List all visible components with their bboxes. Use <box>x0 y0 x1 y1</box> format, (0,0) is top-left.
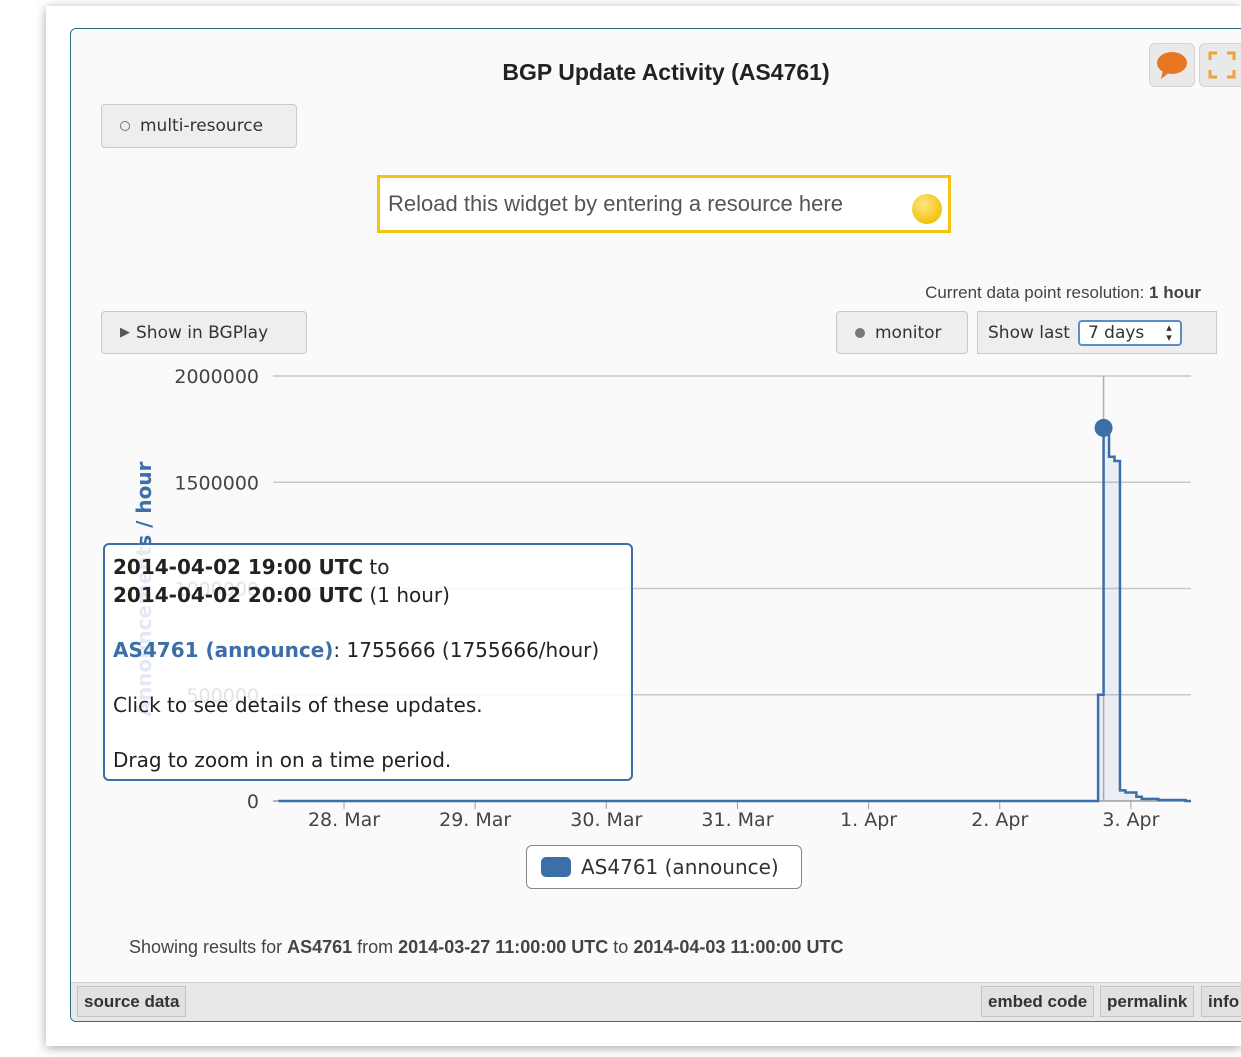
source-data-button[interactable]: source data <box>77 986 187 1017</box>
circle-dot-icon <box>855 327 865 338</box>
play-triangle-icon: ▶ <box>120 325 130 340</box>
circle-dot-icon <box>120 121 130 131</box>
x-tick-label: 28. Mar <box>308 809 380 831</box>
show-in-bgplay-button[interactable]: ▶ Show in BGPlay <box>101 311 307 354</box>
monitor-button[interactable]: monitor <box>836 311 968 354</box>
resolution-text: Current data point resolution: 1 hour <box>925 283 1201 302</box>
speech-bubble-icon <box>1157 52 1187 79</box>
show-in-bgplay-label: Show in BGPlay <box>136 322 269 343</box>
chart-tooltip: 2014-04-02 19:00 UTC to 2014-04-02 20:00… <box>103 543 633 781</box>
y-tick-label: 0 <box>247 791 259 813</box>
x-tick-label: 31. Mar <box>701 809 773 831</box>
widget-footer: source data embed code permalink info <box>71 982 1241 1021</box>
highlight-point <box>1094 418 1113 437</box>
y-tick-label: 1500000 <box>174 472 259 494</box>
tooltip-range-start: 2014-04-02 19:00 UTC to <box>113 555 390 579</box>
tooltip-drag-hint: Drag to zoom in on a time period. <box>113 748 452 772</box>
resource-input[interactable]: Reload this widget by entering a resourc… <box>377 175 951 233</box>
period-select-value: 7 days <box>1087 322 1145 343</box>
x-tick-label: 3. Apr <box>1102 809 1159 831</box>
embed-code-button[interactable]: embed code <box>981 986 1095 1017</box>
legend-label: AS4761 (announce) <box>581 855 779 879</box>
widget-title: BGP Update Activity (AS4761) <box>502 59 830 85</box>
monitor-label: monitor <box>875 322 942 343</box>
reload-placeholder: Reload this widget by entering a resourc… <box>388 191 843 216</box>
multi-resource-button[interactable]: multi-resource <box>101 104 297 148</box>
show-last-control: Show last 7 days ▴ ▾ <box>977 311 1217 354</box>
period-select[interactable]: 7 days ▴ ▾ <box>1077 319 1182 346</box>
tooltip-click-hint: Click to see details of these updates. <box>113 693 483 717</box>
select-arrows-icon: ▴ ▾ <box>1166 320 1172 344</box>
tooltip-range-end: 2014-04-02 20:00 UTC (1 hour) <box>113 583 450 607</box>
info-button[interactable]: info <box>1201 986 1241 1017</box>
legend-item-as4761[interactable]: AS4761 (announce) <box>526 845 802 889</box>
fullscreen-button[interactable] <box>1199 43 1241 87</box>
bgp-update-activity-widget: BGP Update Activity (AS4761) multi-resou… <box>70 28 1241 1022</box>
results-summary: Showing results for AS4761 from 2014-03-… <box>129 937 844 957</box>
show-last-label: Show last <box>988 322 1070 343</box>
x-tick-label: 1. Apr <box>840 809 897 831</box>
x-tick-label: 29. Mar <box>439 809 511 831</box>
tooltip-series-value: AS4761 (announce): 1755666 (1755666/hour… <box>113 638 600 662</box>
go-icon[interactable] <box>912 194 942 224</box>
x-tick-label: 2. Apr <box>971 809 1028 831</box>
multi-resource-label: multi-resource <box>140 116 264 136</box>
feedback-button[interactable] <box>1149 43 1195 87</box>
legend-swatch <box>541 857 571 877</box>
permalink-button[interactable]: permalink <box>1100 986 1195 1017</box>
y-tick-label: 2000000 <box>174 366 259 388</box>
x-tick-label: 30. Mar <box>570 809 642 831</box>
fullscreen-icon <box>1208 51 1236 79</box>
